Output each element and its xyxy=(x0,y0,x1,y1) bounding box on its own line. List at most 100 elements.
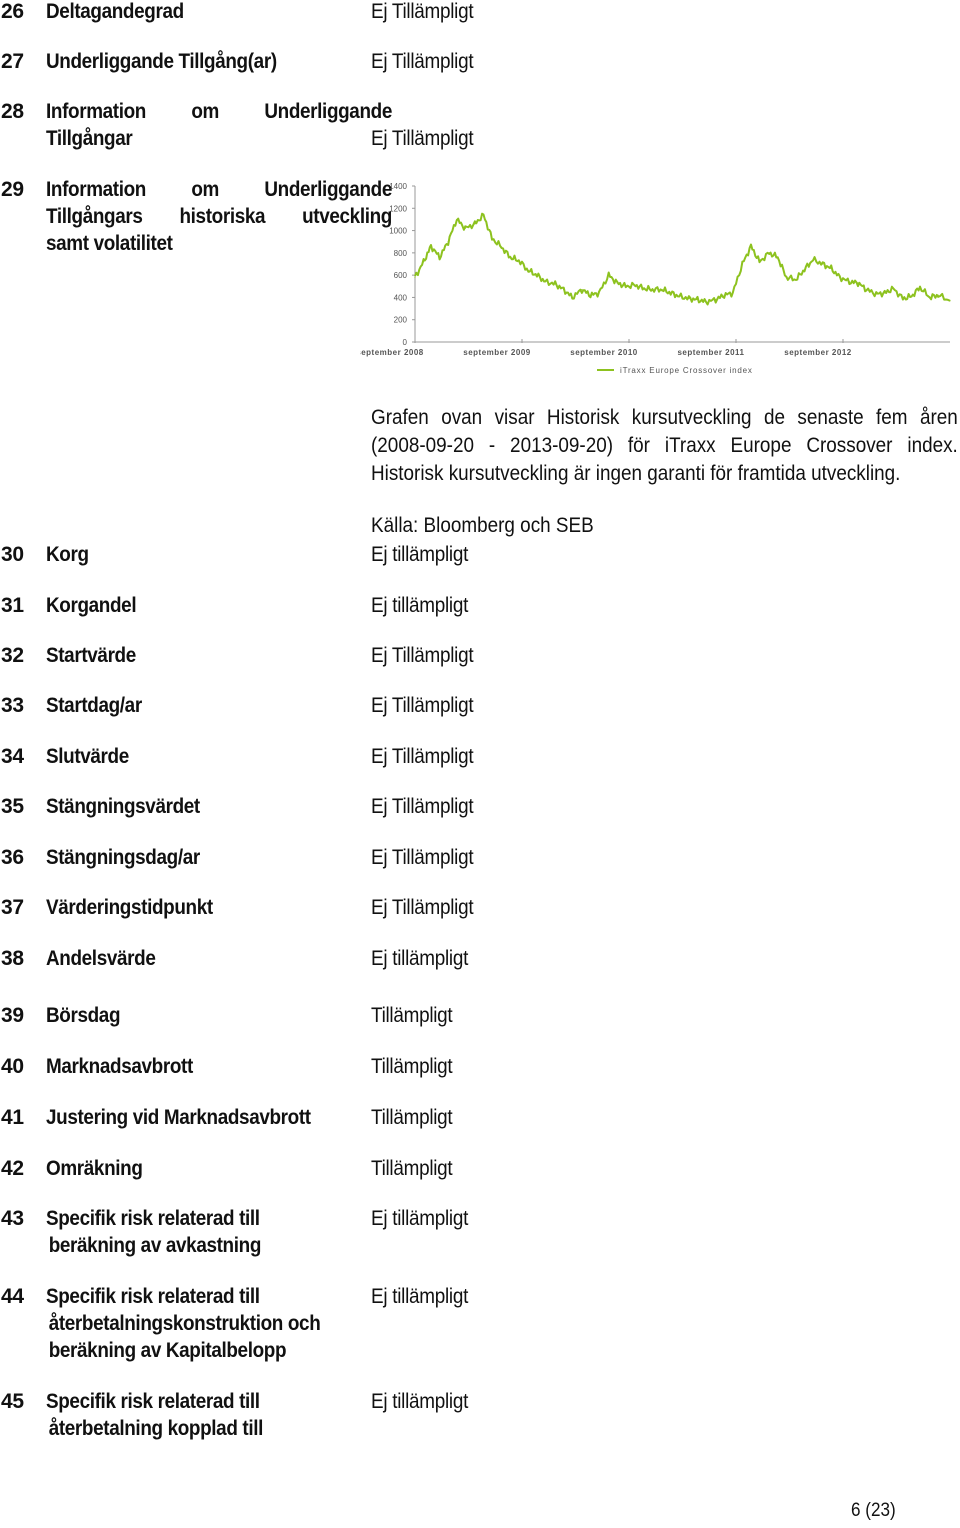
data-point xyxy=(803,268,806,271)
data-point xyxy=(919,286,921,288)
item-label-line: Korg xyxy=(46,543,89,566)
item-label-line: Startvärde xyxy=(46,644,136,667)
item-label-line: Värderingstidpunkt xyxy=(46,896,213,919)
y-tick-label: 0 xyxy=(403,338,408,347)
data-point xyxy=(741,263,744,265)
data-point xyxy=(571,296,573,299)
data-point xyxy=(464,227,466,229)
data-point xyxy=(634,284,637,286)
data-point xyxy=(777,256,779,258)
item-number: 36 xyxy=(1,846,24,869)
data-point xyxy=(937,294,939,296)
item-value: Ej tillämpligt xyxy=(371,1285,469,1308)
item-label: Information om Underliggande Tillgångar xyxy=(46,98,392,152)
item-label: Andelsvärde xyxy=(46,945,156,972)
data-point xyxy=(892,287,894,290)
data-point xyxy=(758,261,761,263)
item-number: 32 xyxy=(1,644,24,667)
item-label-line: återbetalningskonstruktion och xyxy=(48,1312,321,1335)
item-value: Ej tillämpligt xyxy=(371,594,469,617)
data-point xyxy=(865,289,868,291)
data-point xyxy=(830,267,832,270)
item-value: Ej Tillämpligt xyxy=(371,795,474,818)
item-number: 37 xyxy=(1,896,24,919)
data-point xyxy=(439,256,441,258)
item-value: Ej tillämpligt xyxy=(371,1207,469,1230)
data-point xyxy=(643,287,645,290)
item-label-line: Stängningsvärdet xyxy=(46,795,200,818)
data-point xyxy=(430,245,432,247)
item-value: Ej Tillämpligt xyxy=(371,0,474,23)
item-label: Specifik risk relaterad till återbetalnin… xyxy=(46,1388,263,1442)
item-label-line: Specifik risk relaterad till xyxy=(46,1285,260,1308)
data-point xyxy=(848,281,851,283)
chart-description-line: (2008-09-20 - 2013-09-20) för iTraxx Eur… xyxy=(371,434,958,457)
data-point xyxy=(723,294,725,296)
data-point xyxy=(929,296,931,299)
item-label-line: Justering vid Marknadsavbrott xyxy=(46,1106,311,1129)
data-point xyxy=(544,281,547,283)
x-tick-label: september 2008 xyxy=(360,348,424,357)
item-value: Ej Tillämpligt xyxy=(371,644,474,667)
legend-label: iTraxx Europe Crossover index xyxy=(620,366,753,375)
y-tick-label: 1400 xyxy=(389,182,407,191)
item-label: Justering vid Marknadsavbrott xyxy=(46,1104,311,1131)
item-label: Slutvärde xyxy=(46,743,129,770)
item-value: Ej Tillämpligt xyxy=(371,846,474,869)
item-label: Underliggande Tillgång(ar) xyxy=(46,48,277,75)
item-value: Tillämpligt xyxy=(371,1106,453,1129)
data-point xyxy=(910,295,913,297)
data-point xyxy=(589,294,592,296)
item-label: Korgandel xyxy=(46,592,137,619)
y-tick-label: 200 xyxy=(394,316,408,325)
data-point xyxy=(857,282,859,284)
data-point xyxy=(949,300,951,302)
data-point xyxy=(554,283,556,285)
item-label: Startvärde xyxy=(46,642,136,669)
item-value: Ej Tillämpligt xyxy=(371,694,474,717)
series-line xyxy=(414,212,951,306)
item-value: Ej tillämpligt xyxy=(371,947,469,970)
x-tick-label: september 2011 xyxy=(677,348,744,357)
data-point xyxy=(750,245,752,247)
item-value: Tillämpligt xyxy=(371,1055,453,1078)
item-label-line: Slutvärde xyxy=(46,745,129,768)
item-number: 41 xyxy=(1,1106,24,1129)
item-label-line: Tillgångar xyxy=(46,127,133,150)
item-label-line: Tillgångars historiska utveckling xyxy=(46,205,392,228)
item-label-line: Stängningsdag/ar xyxy=(46,846,200,869)
data-point xyxy=(414,276,416,278)
item-number: 45 xyxy=(1,1390,24,1413)
item-number: 29 xyxy=(1,178,24,201)
item-label: Omräkning xyxy=(46,1155,143,1182)
item-label: Börsdag xyxy=(46,1002,121,1029)
chart-description-line: Grafen ovan visar Historisk kursutveckli… xyxy=(371,406,958,429)
x-axis: september 2008 september 2009 september 20… xyxy=(360,339,950,357)
data-point xyxy=(884,292,886,294)
data-point xyxy=(688,297,690,300)
y-tick-label: 400 xyxy=(394,293,408,302)
data-point xyxy=(768,252,770,254)
y-tick-label: 1000 xyxy=(389,227,407,236)
item-number: 42 xyxy=(1,1157,24,1180)
itraxx-chart: 0 200 400 600 800 1000 1200 1400 september 2008… xyxy=(360,182,951,375)
data-point xyxy=(812,258,814,261)
item-label: Specifik risk relaterad till återbetalnin… xyxy=(46,1283,321,1364)
item-value: Ej Tillämpligt xyxy=(371,50,474,73)
item-label-line: Omräkning xyxy=(46,1157,143,1180)
data-point xyxy=(447,241,449,243)
data-point xyxy=(785,276,787,278)
item-value: Ej tillämpligt xyxy=(371,543,469,566)
x-tick-label: september 2010 xyxy=(570,348,638,357)
item-label-line: Specifik risk relaterad till xyxy=(46,1390,260,1413)
item-number: 35 xyxy=(1,795,24,818)
item-label-line: Information om Underliggande xyxy=(46,100,392,123)
data-point xyxy=(678,295,680,297)
item-label: Startdag/ar xyxy=(46,692,142,719)
item-label-line: Andelsvärde xyxy=(46,947,156,970)
data-point xyxy=(732,292,734,294)
item-value: Ej Tillämpligt xyxy=(371,745,474,768)
item-number: 26 xyxy=(1,0,24,23)
item-label-line: samt volatilitet xyxy=(46,232,173,255)
item-number: 43 xyxy=(1,1207,24,1230)
